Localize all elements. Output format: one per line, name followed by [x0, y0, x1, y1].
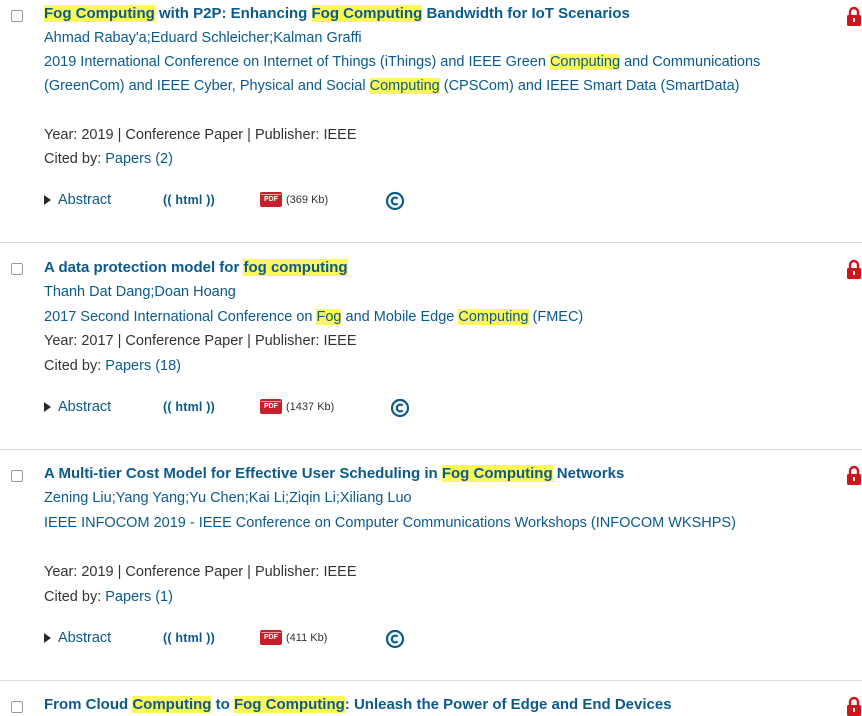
pdf-icon: PDF — [260, 630, 282, 645]
venue-highlight: Computing — [549, 54, 621, 70]
title-highlight: Fog Computing — [233, 696, 345, 713]
title-text: A data protection model for — [44, 259, 244, 276]
select-checkbox[interactable] — [11, 10, 23, 22]
title-highlight: Fog Computing — [311, 5, 423, 22]
cited-by-label: Cited by: — [44, 151, 106, 167]
title-text: From Cloud — [44, 696, 133, 713]
select-checkbox[interactable] — [11, 701, 23, 713]
title-text: Networks — [552, 465, 625, 482]
title-highlight: Fog Computing — [441, 465, 553, 482]
venue-text: IEEE INFOCOM 2019 - IEEE Conference on C… — [44, 515, 736, 531]
result-title[interactable]: A data protection model for fog computin… — [44, 259, 822, 276]
select-checkbox[interactable] — [11, 263, 23, 275]
html-link[interactable]: (( html )) — [163, 631, 215, 645]
cited-by: Cited by: Papers (2) — [44, 151, 173, 167]
cited-by-label: Cited by: — [44, 589, 106, 605]
result-venue[interactable]: 2017 Second International Conference on … — [44, 305, 834, 329]
venue-text: 2019 International Conference on Interne… — [44, 54, 550, 70]
abstract-toggle[interactable]: Abstract — [44, 192, 111, 208]
venue-text: 2017 Second International Conference on — [44, 309, 317, 325]
result-title[interactable]: From Cloud Computing to Fog Computing: U… — [44, 696, 822, 713]
abstract-label: Abstract — [58, 399, 112, 415]
result-meta: Year: 2019 | Conference Paper | Publishe… — [44, 564, 357, 580]
venue-text: (CPSCom) and IEEE Smart Data (SmartData) — [439, 78, 740, 94]
triangle-right-icon — [44, 402, 51, 412]
copyright-icon[interactable] — [390, 398, 410, 418]
result-item: From Cloud Computing to Fog Computing: U… — [0, 680, 862, 716]
venue-text: and Mobile Edge — [341, 309, 459, 325]
result-actions: Abstract (( html )) PDF (369 Kb) — [44, 191, 544, 212]
title-text: to — [211, 696, 234, 713]
title-text: : Unleash the Power of Edge and End Devi… — [344, 696, 672, 713]
lock-icon — [847, 259, 861, 279]
venue-highlight: Computing — [458, 309, 529, 325]
result-item: A Multi-tier Cost Model for Effective Us… — [0, 449, 862, 681]
result-actions: Abstract (( html )) PDF (411 Kb) — [44, 629, 544, 650]
pdf-size: (1437 Kb) — [286, 400, 335, 413]
cited-by-link[interactable]: Papers (1) — [105, 589, 173, 605]
abstract-toggle[interactable]: Abstract — [44, 630, 111, 646]
pdf-icon: PDF — [260, 192, 282, 207]
triangle-right-icon — [44, 633, 51, 643]
select-checkbox[interactable] — [11, 470, 23, 482]
copyright-icon[interactable] — [385, 629, 405, 649]
pdf-size: (369 Kb) — [286, 193, 329, 206]
result-meta: Year: 2017 | Conference Paper | Publishe… — [44, 333, 357, 349]
pdf-size: (411 Kb) — [286, 631, 328, 644]
pdf-link[interactable]: PDF (369 Kb) — [260, 192, 328, 207]
html-link[interactable]: (( html )) — [163, 400, 215, 414]
html-link[interactable]: (( html )) — [163, 193, 215, 207]
copyright-icon[interactable] — [385, 191, 405, 211]
result-venue[interactable]: IEEE INFOCOM 2019 - IEEE Conference on C… — [44, 511, 834, 535]
title-text: A Multi-tier Cost Model for Effective Us… — [44, 465, 442, 482]
venue-highlight: Fog — [316, 309, 342, 325]
result-title[interactable]: Fog Computing with P2P: Enhancing Fog Co… — [44, 5, 822, 22]
lock-icon — [847, 465, 861, 485]
result-authors[interactable]: Thanh Dat Dang;Doan Hoang — [44, 284, 236, 300]
pdf-link[interactable]: PDF (411 Kb) — [260, 630, 327, 645]
cited-by-label: Cited by: — [44, 358, 106, 374]
abstract-toggle[interactable]: Abstract — [44, 399, 111, 415]
result-meta: Year: 2019 | Conference Paper | Publishe… — [44, 127, 357, 143]
result-title[interactable]: A Multi-tier Cost Model for Effective Us… — [44, 465, 822, 482]
cited-by: Cited by: Papers (1) — [44, 589, 173, 605]
result-venue[interactable]: 2019 International Conference on Interne… — [44, 50, 834, 98]
triangle-right-icon — [44, 195, 51, 205]
title-text: Bandwidth for IoT Scenarios — [422, 5, 630, 22]
abstract-label: Abstract — [58, 192, 112, 208]
cited-by: Cited by: Papers (18) — [44, 358, 181, 374]
lock-icon — [847, 696, 861, 716]
title-highlight: fog computing — [243, 259, 348, 276]
result-item: Fog Computing with P2P: Enhancing Fog Co… — [0, 0, 862, 243]
result-actions: Abstract (( html )) PDF (1437 Kb) — [44, 398, 544, 419]
result-item: A data protection model for fog computin… — [0, 242, 862, 450]
pdf-link[interactable]: PDF (1437 Kb) — [260, 399, 334, 414]
cited-by-link[interactable]: Papers (2) — [105, 151, 173, 167]
pdf-icon: PDF — [260, 399, 282, 414]
result-authors[interactable]: Ahmad Rabay'a;Eduard Schleicher;Kalman G… — [44, 30, 362, 46]
cited-by-link[interactable]: Papers (18) — [105, 358, 181, 374]
lock-icon — [847, 6, 861, 26]
title-highlight: Fog Computing — [44, 5, 155, 22]
result-authors[interactable]: Zening Liu;Yang Yang;Yu Chen;Kai Li;Ziqi… — [44, 490, 412, 506]
venue-highlight: Computing — [369, 78, 440, 94]
title-highlight: Computing — [132, 696, 212, 713]
venue-text: (FMEC) — [528, 309, 584, 325]
title-text: with P2P: Enhancing — [154, 5, 312, 22]
abstract-label: Abstract — [58, 630, 112, 646]
